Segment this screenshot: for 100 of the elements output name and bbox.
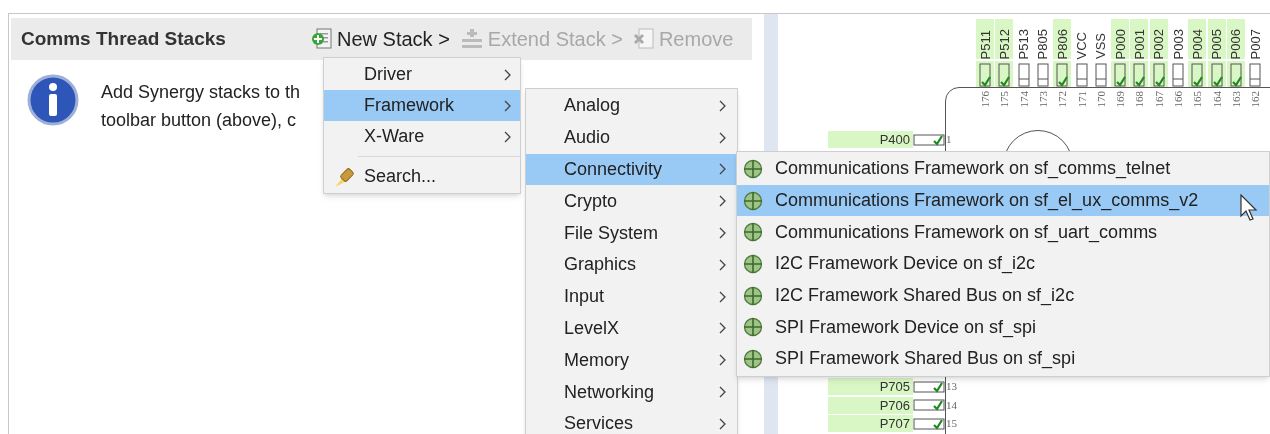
pin-checkbox[interactable] xyxy=(1017,63,1030,87)
menu-item[interactable]: I2C Framework Device on sf_i2c xyxy=(737,248,1269,280)
menu-item[interactable]: SPI Framework Shared Bus on sf_spi xyxy=(737,343,1269,375)
pin-number: 162 xyxy=(1250,91,1262,108)
chevron-right-icon xyxy=(719,354,727,367)
menu-item[interactable]: Audio xyxy=(526,121,737,154)
pin-number: 1 xyxy=(946,132,952,148)
pin-number: 13 xyxy=(946,379,957,395)
menu-item[interactable]: Services xyxy=(526,407,737,434)
info-text: toolbar button (above), c xyxy=(101,109,298,132)
menu-item[interactable]: Networking xyxy=(526,376,737,408)
pin-number: 15 xyxy=(946,416,957,432)
pin-checkbox[interactable] xyxy=(1036,63,1049,87)
pin-number: 165 xyxy=(1192,91,1204,108)
pin-checkbox[interactable] xyxy=(913,379,945,394)
menu-item[interactable]: Communications Framework on sf_comms_telnet xyxy=(737,153,1269,185)
pin-label: P512 xyxy=(997,28,1011,59)
pin-label: P002 xyxy=(1152,28,1166,59)
pin-label: P007 xyxy=(1248,28,1262,59)
pin-number: 172 xyxy=(1057,91,1069,108)
crosshair-icon xyxy=(743,158,763,179)
pin-label: P805 xyxy=(1036,28,1050,59)
chevron-right-icon xyxy=(719,417,727,430)
crosshair-icon xyxy=(743,285,763,306)
pin-label: P003 xyxy=(1171,28,1185,59)
pin-checkbox[interactable] xyxy=(1075,63,1088,87)
menu-item[interactable]: LevelX xyxy=(526,312,737,345)
pin-number: 163 xyxy=(1230,91,1242,108)
menu-item[interactable]: Driver xyxy=(324,59,520,90)
menu-item[interactable]: Communications Framework on sf_uart_comms xyxy=(737,216,1269,249)
pin-number: 171 xyxy=(1076,91,1088,108)
info-text: Add Synergy stacks to th xyxy=(101,81,301,104)
pin-label: P006 xyxy=(1229,28,1243,59)
menu-item[interactable]: Framework xyxy=(324,90,520,121)
pin-checkbox[interactable] xyxy=(1114,63,1127,87)
menu-item[interactable]: File System xyxy=(526,217,737,249)
pin-checkbox[interactable] xyxy=(1210,63,1223,87)
crosshair-icon xyxy=(743,317,763,338)
pin-checkbox[interactable] xyxy=(1229,63,1242,87)
pin-label: VCC xyxy=(1075,31,1088,59)
pin-number: 170 xyxy=(1095,91,1107,108)
menu-item[interactable]: Graphics xyxy=(526,249,737,281)
menu-item[interactable]: Communications Framework on sf_el_ux_comms_v2 xyxy=(737,184,1269,217)
pin-checkbox[interactable] xyxy=(913,416,945,431)
menu-item[interactable]: Analog xyxy=(526,90,737,122)
menu-item[interactable]: Input xyxy=(526,280,737,313)
pin-checkbox[interactable] xyxy=(979,63,991,87)
pin-number: 14 xyxy=(946,397,957,413)
chevron-right-icon xyxy=(719,131,727,144)
chevron-right-icon xyxy=(719,322,727,335)
info-icon xyxy=(27,74,79,126)
pin-checkbox[interactable] xyxy=(913,132,945,147)
menu-item[interactable]: SPI Framework Device on sf_spi xyxy=(737,311,1269,344)
crosshair-icon xyxy=(743,222,763,243)
pin-checkbox[interactable] xyxy=(1133,63,1146,87)
pin-number: 164 xyxy=(1211,91,1223,108)
chevron-right-icon xyxy=(719,195,727,208)
pin-label: P400 xyxy=(879,133,910,146)
menu-item[interactable]: Crypto xyxy=(526,185,737,218)
pin-label: VSS xyxy=(1094,33,1108,59)
chevron-right-icon xyxy=(719,290,727,303)
pin-number: 168 xyxy=(1134,91,1146,108)
new-stack-icon xyxy=(311,27,333,51)
pin-label: P707 xyxy=(879,417,910,430)
pin-number: 176 xyxy=(980,91,991,108)
chevron-right-icon xyxy=(719,227,727,240)
pin-label: P005 xyxy=(1210,28,1224,59)
pin-checkbox[interactable] xyxy=(1249,63,1262,87)
pin-label: P001 xyxy=(1132,28,1146,59)
pin-label: P513 xyxy=(1017,28,1031,59)
menu-item[interactable]: I2C Framework Shared Bus on sf_i2c xyxy=(737,279,1269,312)
crosshair-icon xyxy=(743,190,763,211)
chevron-right-icon xyxy=(504,68,512,81)
panel-title: Comms Thread Stacks xyxy=(21,26,227,51)
pin-number: 166 xyxy=(1173,91,1184,108)
menu-item[interactable]: Connectivity xyxy=(526,153,737,186)
menu-item[interactable]: Memory xyxy=(526,344,737,377)
pin-checkbox[interactable] xyxy=(998,63,1011,87)
chevron-right-icon xyxy=(504,130,512,143)
pin-checkbox[interactable] xyxy=(1152,63,1165,87)
pin-checkbox[interactable] xyxy=(913,398,945,412)
crosshair-icon xyxy=(743,253,763,274)
pin-label: P000 xyxy=(1113,28,1127,59)
pin-checkbox[interactable] xyxy=(1191,63,1204,87)
chevron-right-icon xyxy=(719,258,727,271)
pin-label: P706 xyxy=(879,398,910,412)
pin-checkbox[interactable] xyxy=(1172,63,1184,87)
mouse-cursor-icon xyxy=(1240,193,1260,222)
pin-label: P806 xyxy=(1055,28,1069,59)
pin-checkbox[interactable] xyxy=(1094,63,1107,87)
chevron-right-icon xyxy=(504,99,512,112)
pin-label: P705 xyxy=(879,380,910,393)
pin-label: P004 xyxy=(1190,28,1204,59)
pin-number: 173 xyxy=(1037,91,1049,108)
pin-number: 175 xyxy=(999,91,1011,108)
menu-item[interactable]: Search... xyxy=(324,161,520,192)
toolbar-button[interactable]: New Stack > xyxy=(311,24,450,54)
menu-item[interactable]: X-Ware xyxy=(324,121,520,152)
stack-layers-icon xyxy=(459,27,484,51)
pin-checkbox[interactable] xyxy=(1056,63,1069,87)
